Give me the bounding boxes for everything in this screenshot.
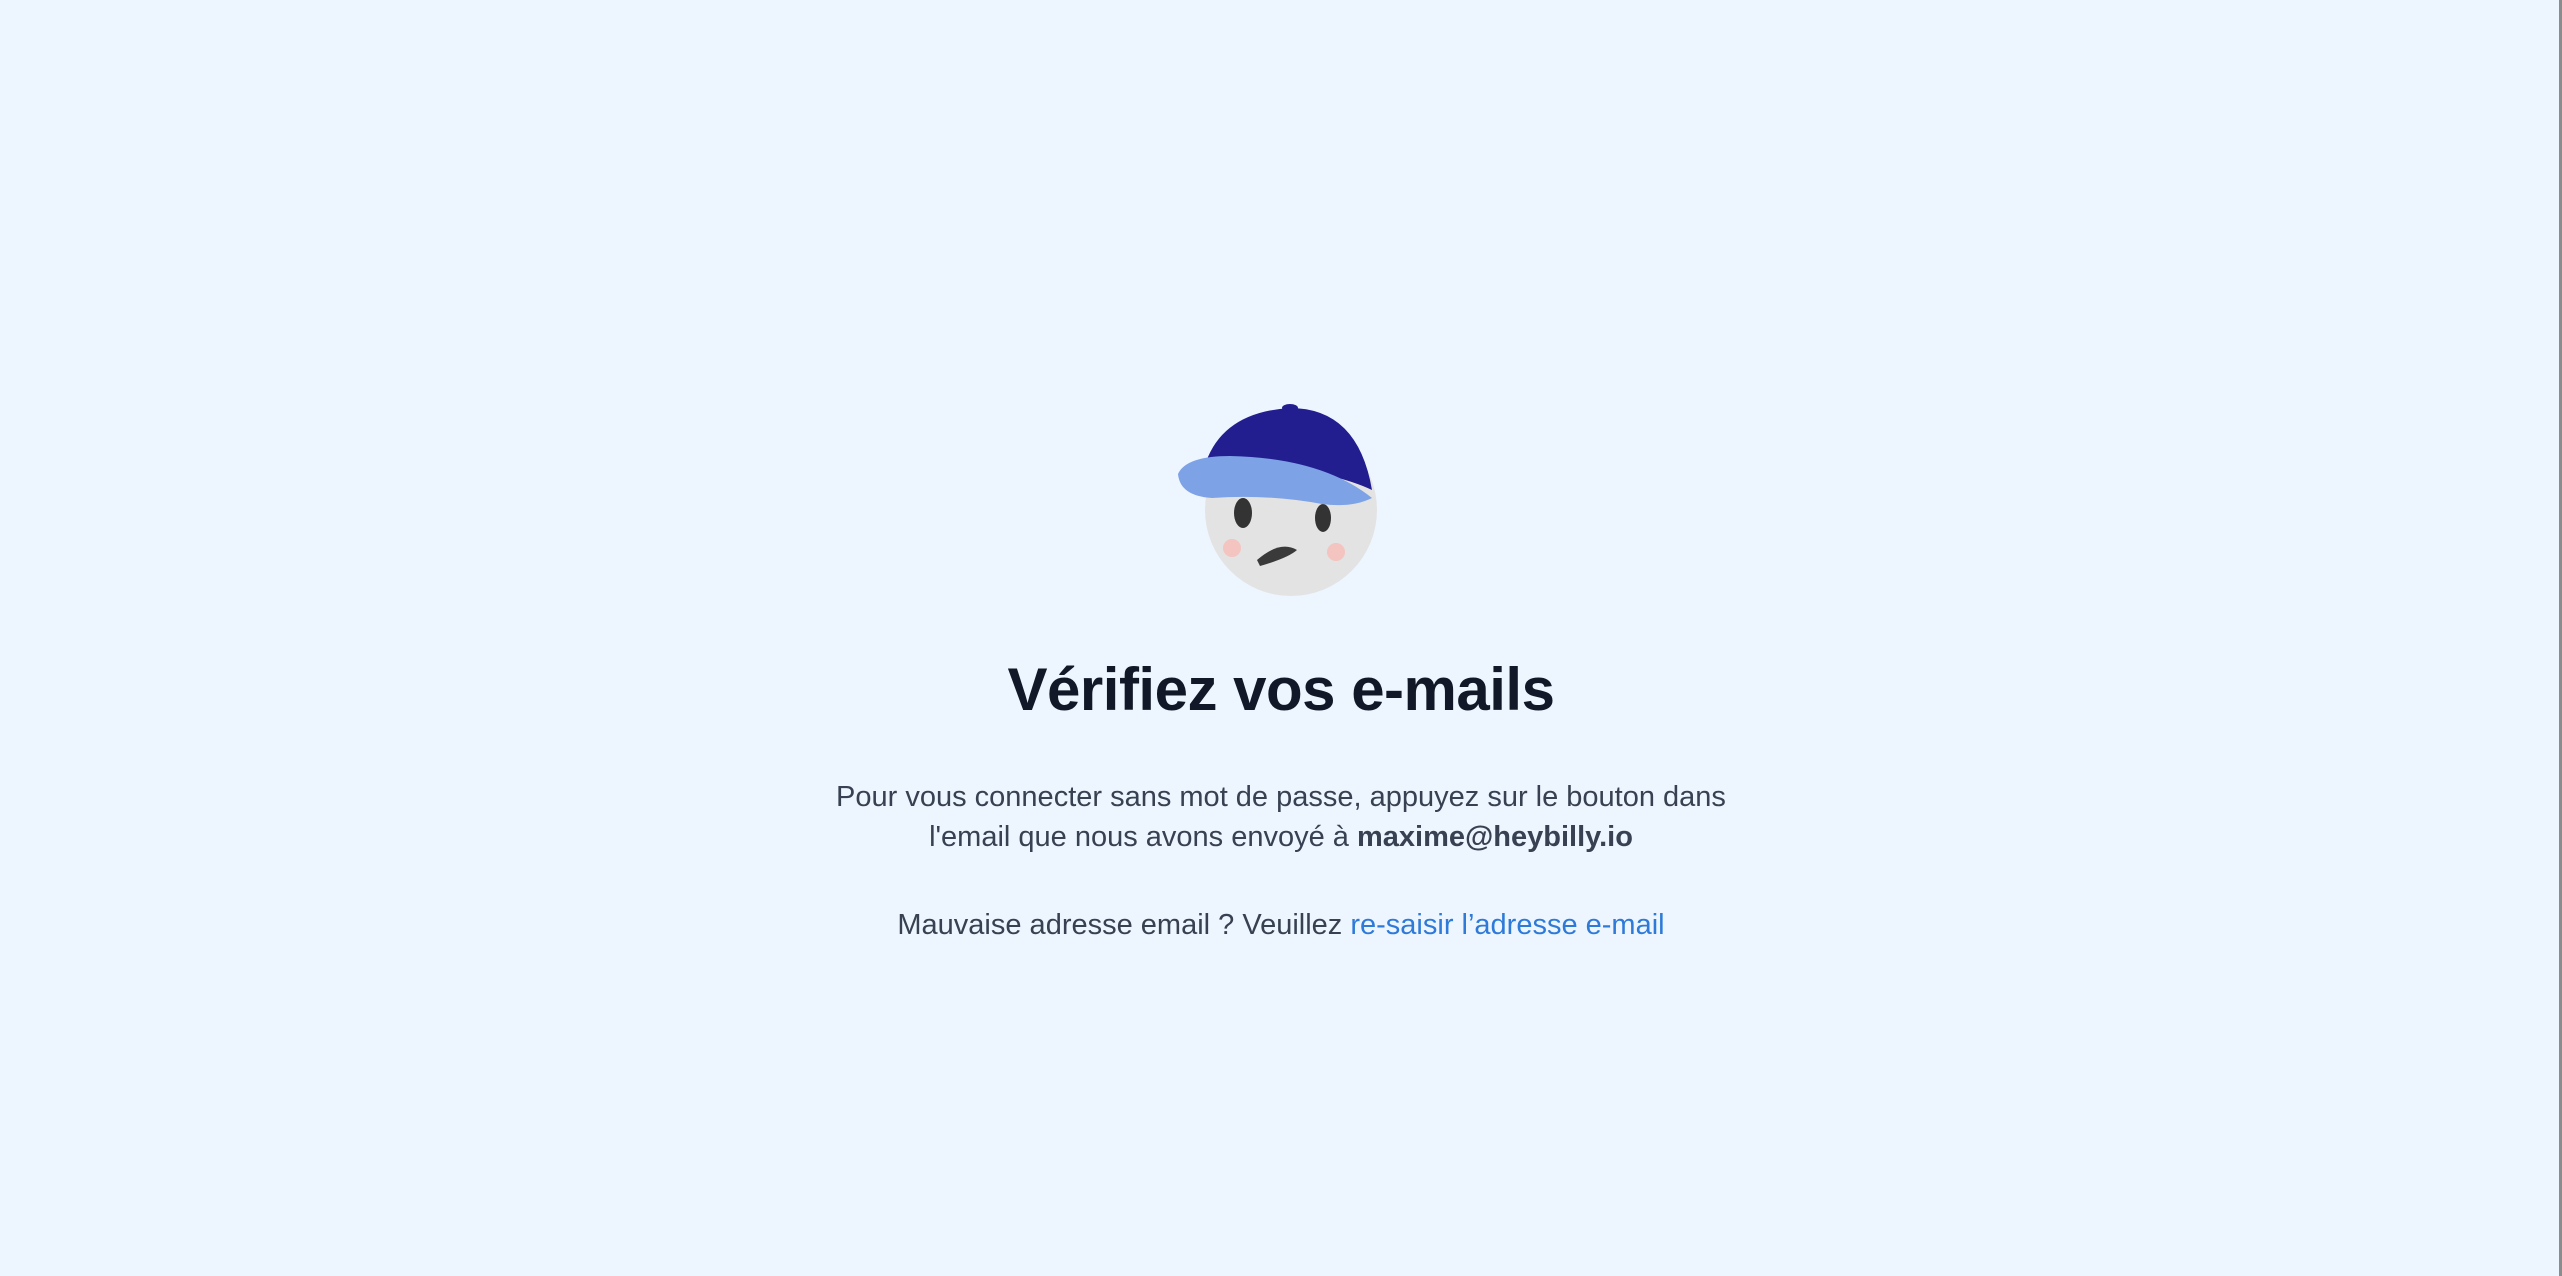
billy-cap-mascot-icon — [1178, 404, 1377, 596]
instructions-text: Pour vous connecter sans mot de passe, a… — [0, 777, 2562, 857]
wrong-email-prefix: Mauvaise adresse email ? Veuillez — [897, 909, 1351, 941]
instructions-line-1: Pour vous connecter sans mot de passe, a… — [836, 781, 1726, 813]
page-title: Vérifiez vos e-mails — [1007, 656, 1555, 723]
wrong-email-text: Mauvaise adresse email ? Veuillez re-sai… — [0, 905, 2562, 945]
user-email: maxime@heybilly.io — [1356, 821, 1633, 853]
verify-email-page: Vérifiez vos e-mails Pour vous connecter… — [0, 0, 2562, 1276]
reenter-email-link[interactable]: re-saisir l’adresse e-mail — [1350, 909, 1664, 941]
instructions-line-2: l'email que nous avons envoyé à — [929, 821, 1357, 853]
